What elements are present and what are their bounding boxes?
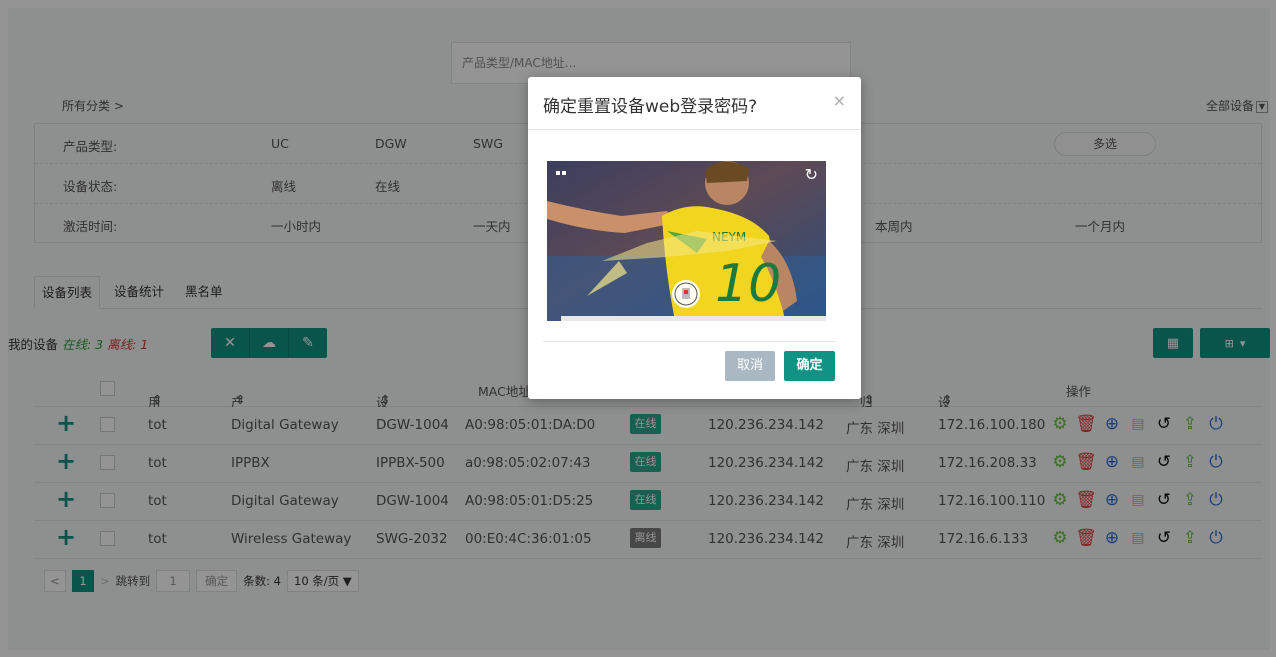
dialog-title: 确定重置设备web登录密码? xyxy=(543,97,758,117)
captcha-photo: NEYM 10 xyxy=(547,161,826,321)
reset-password-dialog: 确定重置设备web登录密码? × NEYM 10 xyxy=(528,77,861,399)
confirm-button[interactable]: 确定 xyxy=(784,351,835,381)
close-icon[interactable]: × xyxy=(833,91,846,110)
divider xyxy=(543,341,836,342)
cancel-button[interactable]: 取消 xyxy=(725,351,775,381)
refresh-icon[interactable]: ↻ xyxy=(805,165,818,184)
captcha-image[interactable]: NEYM 10 ↻ xyxy=(547,161,826,321)
jersey-number: 10 xyxy=(715,254,781,314)
divider xyxy=(528,129,861,130)
